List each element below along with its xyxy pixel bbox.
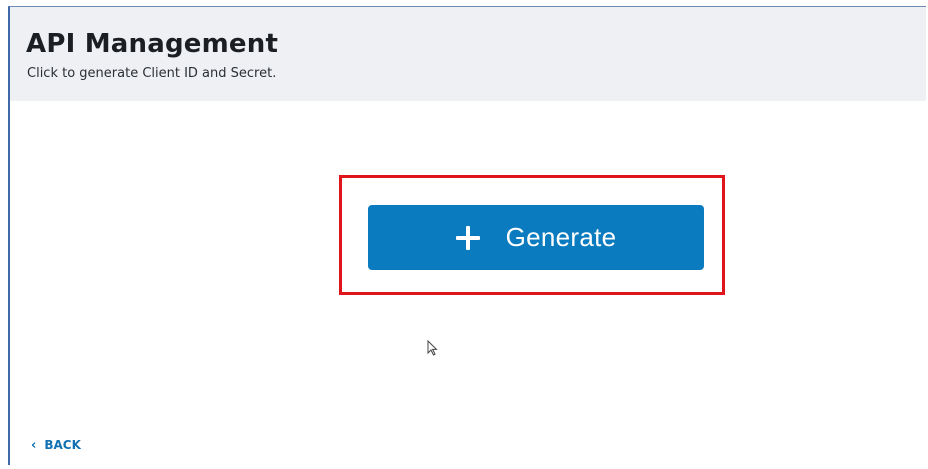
- mouse-pointer-icon: [427, 340, 438, 356]
- generate-label: Generate: [505, 222, 617, 252]
- app-frame: API Management Click to generate Client …: [8, 6, 926, 465]
- page-title: API Management: [26, 29, 279, 59]
- back-link[interactable]: ‹ BACK: [31, 438, 81, 452]
- generate-button[interactable]: Generate: [368, 205, 704, 270]
- plus-icon: [455, 225, 480, 250]
- back-label: BACK: [44, 438, 81, 452]
- chevron-left-icon: ‹: [31, 437, 37, 453]
- page-header: API Management Click to generate Client …: [10, 7, 926, 101]
- page-subtitle: Click to generate Client ID and Secret.: [27, 66, 277, 81]
